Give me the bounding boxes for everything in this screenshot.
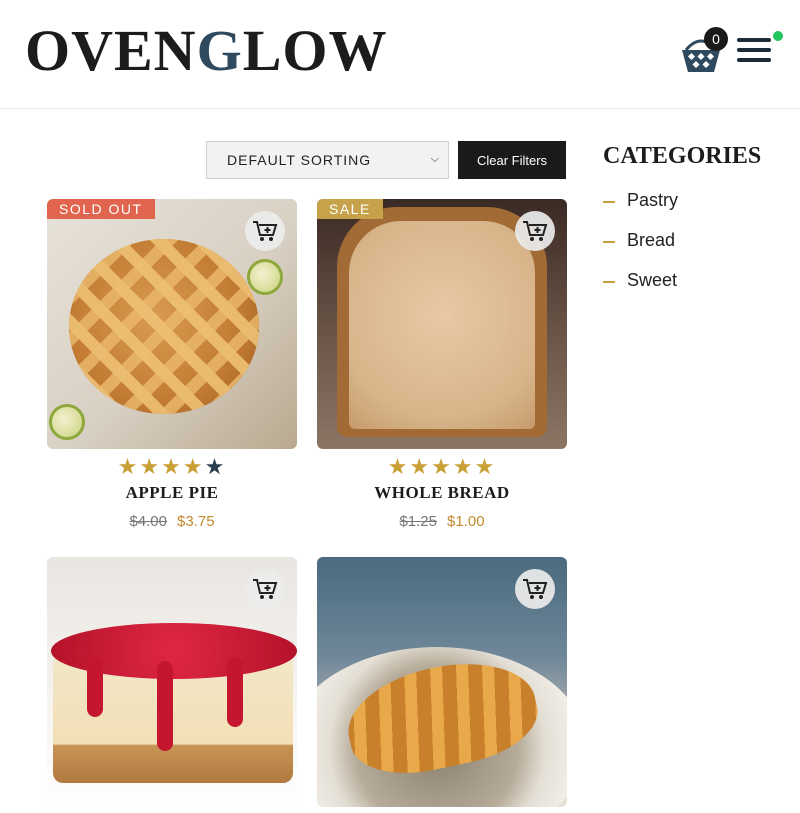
sorting-select[interactable]: DEFAULT SORTING ⌵ <box>206 141 449 179</box>
add-to-cart-button[interactable] <box>245 211 285 251</box>
star-icon: ★ <box>452 454 475 479</box>
product-image-croissant[interactable] <box>317 557 567 807</box>
product-card[interactable] <box>47 557 297 807</box>
star-icon: ★ <box>474 454 497 479</box>
product-price: $1.25 $1.00 <box>317 513 567 530</box>
star-icon: ★ <box>204 454 227 479</box>
logo-text-accent: G <box>196 18 243 83</box>
sale-price: $3.75 <box>177 513 215 530</box>
rating-stars: ★★★★★ <box>47 455 297 479</box>
dash-icon <box>603 281 615 283</box>
chevron-down-icon: ⌵ <box>430 153 440 165</box>
status-dot <box>773 31 783 41</box>
sold-out-badge: SOLD OUT <box>47 199 155 219</box>
dash-icon <box>603 201 615 203</box>
product-image-apple-pie[interactable]: SOLD OUT <box>47 199 297 449</box>
sale-badge: SALE <box>317 199 383 219</box>
product-name[interactable]: APPLE PIE <box>47 483 297 503</box>
sale-price: $1.00 <box>447 513 485 530</box>
star-icon: ★ <box>409 454 432 479</box>
old-price: $1.25 <box>399 513 437 530</box>
cart-plus-icon <box>253 221 278 241</box>
categories-list: Pastry Bread Sweet <box>603 190 678 310</box>
site-logo[interactable]: OVENGLOW <box>25 22 388 80</box>
logo-text-part: LOW <box>242 18 388 83</box>
add-to-cart-button[interactable] <box>515 569 555 609</box>
cart-plus-icon <box>523 579 548 599</box>
clear-filters-button[interactable]: Clear Filters <box>458 141 566 179</box>
product-card[interactable]: SALE ★★★★★ WHOLE BREAD $1.25 $1.00 <box>317 199 567 530</box>
cart-plus-icon <box>253 579 278 599</box>
sorting-value: DEFAULT SORTING <box>227 152 372 168</box>
rating-stars: ★★★★★ <box>317 455 567 479</box>
star-icon: ★ <box>117 454 140 479</box>
category-label: Sweet <box>627 270 678 290</box>
cart-count-badge: 0 <box>704 27 728 51</box>
product-image-whole-bread[interactable]: SALE <box>317 199 567 449</box>
logo-text-part: OVEN <box>25 18 197 83</box>
site-header: OVENGLOW 0 <box>0 0 800 109</box>
category-item-pastry[interactable]: Pastry <box>603 190 678 230</box>
category-item-sweet[interactable]: Sweet <box>603 270 678 310</box>
categories-heading: CATEGORIES <box>603 143 762 169</box>
old-price: $4.00 <box>129 513 167 530</box>
category-label: Bread <box>627 230 676 250</box>
menu-bar-icon <box>737 38 771 42</box>
star-icon: ★ <box>182 454 205 479</box>
dash-icon <box>603 241 615 243</box>
product-image-cheesecake[interactable] <box>47 557 297 807</box>
star-icon: ★ <box>139 454 162 479</box>
menu-button[interactable] <box>737 38 773 68</box>
cart-plus-icon <box>523 221 548 241</box>
star-icon: ★ <box>387 454 410 479</box>
product-card[interactable] <box>317 557 567 807</box>
menu-bar-icon <box>737 48 771 52</box>
category-item-bread[interactable]: Bread <box>603 230 678 270</box>
product-name[interactable]: WHOLE BREAD <box>317 483 567 503</box>
star-icon: ★ <box>161 454 183 479</box>
category-label: Pastry <box>627 190 679 210</box>
product-price: $4.00 $3.75 <box>47 513 297 530</box>
star-icon: ★ <box>431 454 453 479</box>
product-card[interactable]: SOLD OUT ★★★★★ APPLE PIE $4.00 $3.75 <box>47 199 297 530</box>
add-to-cart-button[interactable] <box>245 569 285 609</box>
add-to-cart-button[interactable] <box>515 211 555 251</box>
menu-bar-icon <box>737 58 771 62</box>
